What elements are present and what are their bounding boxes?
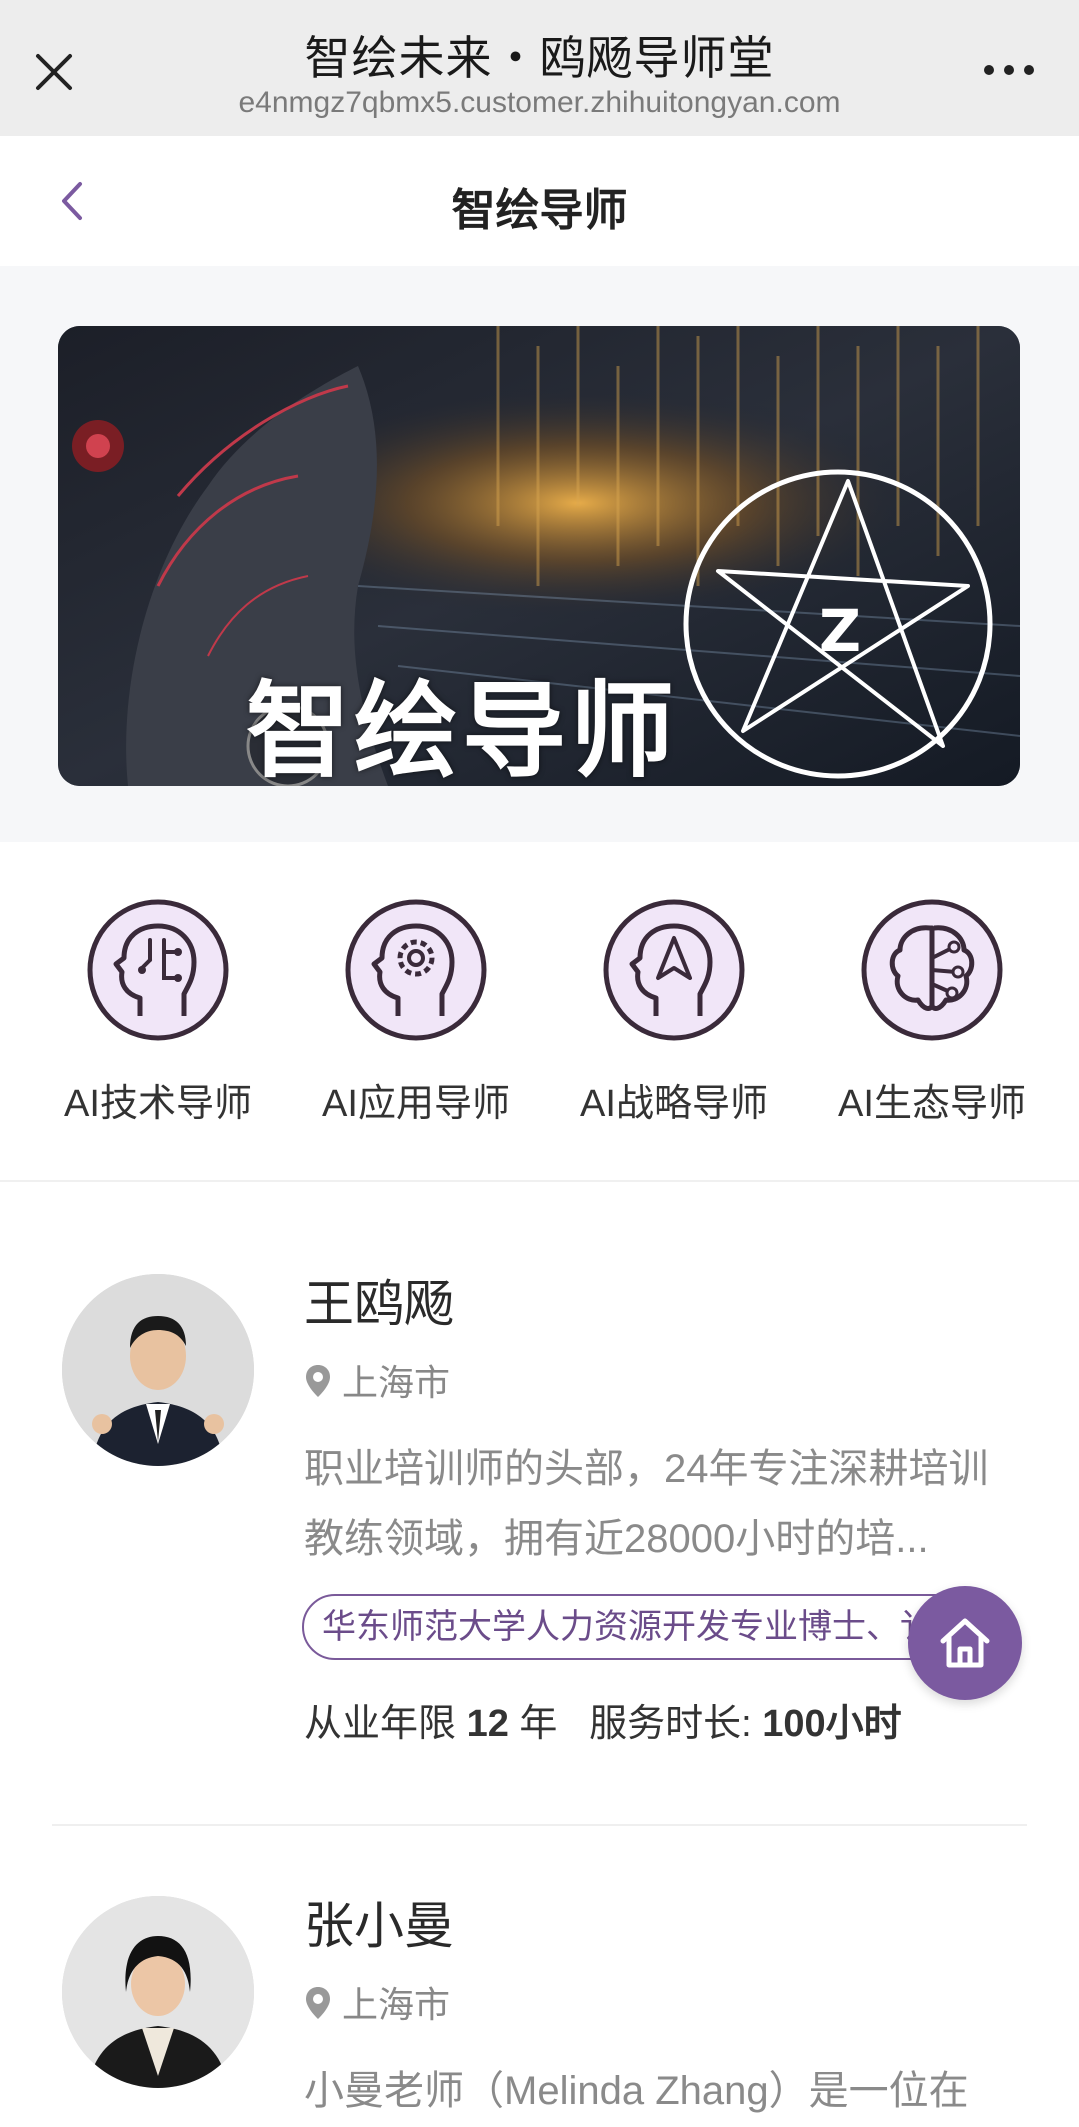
head-gear-icon xyxy=(345,899,487,1041)
home-button[interactable] xyxy=(908,1586,1022,1700)
browser-bar: 智绘未来・鸥飏导师堂 e4nmgz7qbmx5.customer.zhihuit… xyxy=(0,0,1079,136)
tutor-description: 职业培训师的头部，24年专注深耕培训教练领域，拥有近28000小时的培... xyxy=(304,1447,989,1561)
tutor-stats: 从业年限 12 年 服务时长: 100小时 xyxy=(304,1692,902,1747)
tutor-name: 张小曼 xyxy=(304,1898,454,1954)
home-icon xyxy=(940,1618,990,1668)
brain-network-icon xyxy=(861,899,1003,1041)
page-title: 智绘导师 xyxy=(451,186,628,235)
avatar xyxy=(62,1274,254,1466)
location-pin-icon xyxy=(306,1987,330,2019)
head-navigation-icon xyxy=(603,899,745,1041)
browser-url: e4nmgz7qbmx5.customer.zhihuitongyan.com xyxy=(238,86,841,119)
category-label: AI战略导师 xyxy=(580,1083,768,1125)
tutor-name: 王鸥飏 xyxy=(304,1276,454,1332)
category-label: AI应用导师 xyxy=(322,1083,510,1125)
hours-value: 100小时 xyxy=(762,1703,902,1745)
head-circuit-icon xyxy=(87,899,229,1041)
category-label: AI生态导师 xyxy=(838,1083,1026,1125)
banner-section: Z 智绘导师 xyxy=(0,266,1079,842)
years-label: 从业年限 xyxy=(304,1703,457,1745)
location-pin-icon xyxy=(306,1365,330,1397)
tutor-card[interactable]: 张小曼 上海市 小曼老师（Melinda Zhang）是一位在 xyxy=(0,1826,1079,2127)
category-row: AI技术导师 AI应用导师 AI战略导师 AI生态导师 xyxy=(0,842,1079,1182)
tutor-location-text: 上海市 xyxy=(342,1362,451,1403)
app-header: 智绘导师 xyxy=(0,136,1079,266)
category-ai-strategy[interactable]: AI战略导师 xyxy=(564,898,784,1127)
tutor-location: 上海市 xyxy=(304,1354,450,1406)
tutor-location: 上海市 xyxy=(304,1976,450,2028)
tutor-location-text: 上海市 xyxy=(342,1984,451,2025)
category-ai-tech[interactable]: AI技术导师 xyxy=(48,898,268,1127)
banner-logo-letter: Z xyxy=(819,597,861,665)
years-value: 12 xyxy=(466,1703,509,1745)
years-unit: 年 xyxy=(519,1703,558,1745)
tutor-card[interactable]: 王鸥飏 上海市 职业培训师的头部，24年专注深耕培训教练领域，拥有近28000小… xyxy=(0,1184,1079,1824)
category-ai-ecosystem[interactable]: AI生态导师 xyxy=(822,898,1042,1127)
category-ai-application[interactable]: AI应用导师 xyxy=(306,898,526,1127)
banner-title: 智绘导师 xyxy=(246,670,679,786)
tutor-description: 小曼老师（Melinda Zhang）是一位在 xyxy=(304,2069,969,2113)
more-icon[interactable] xyxy=(979,52,1039,88)
category-label: AI技术导师 xyxy=(64,1083,252,1125)
avatar xyxy=(62,1896,254,2088)
hours-label: 服务时长: xyxy=(589,1703,752,1745)
tutor-tag: 华东师范大学人力资源开发专业博士、讠 xyxy=(302,1594,982,1660)
banner-image[interactable]: Z 智绘导师 xyxy=(58,326,1020,786)
browser-title: 智绘未来・鸥飏导师堂 xyxy=(304,32,775,84)
